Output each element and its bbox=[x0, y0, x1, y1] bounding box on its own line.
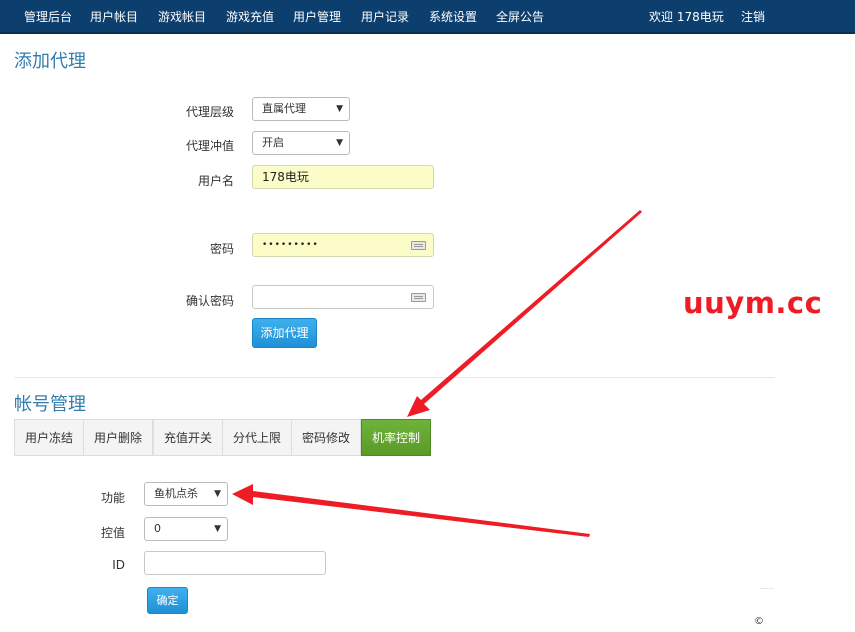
arrow-to-tab bbox=[407, 210, 642, 417]
annotation-arrows bbox=[232, 210, 642, 537]
arrow-to-function-select bbox=[232, 484, 590, 537]
